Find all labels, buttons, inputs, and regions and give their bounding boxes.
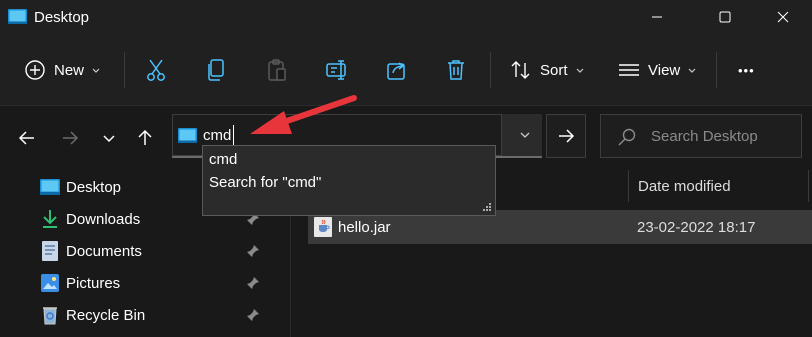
trash-icon [448, 60, 464, 80]
title-bar: Desktop [0, 0, 812, 34]
cut-button[interactable] [145, 53, 167, 87]
arrow-up-icon [138, 129, 152, 145]
chevron-down-icon [520, 132, 530, 138]
chevron-down-icon [92, 68, 100, 73]
file-name: hello.jar [338, 219, 391, 236]
column-separator[interactable] [628, 170, 629, 202]
maximize-icon [719, 11, 731, 23]
go-button[interactable] [546, 114, 586, 158]
new-label: New [54, 61, 85, 79]
suggestion-item[interactable]: cmd [209, 151, 237, 168]
chevron-down-icon [103, 135, 115, 143]
toolbar-separator [716, 52, 717, 88]
share-icon [387, 62, 405, 80]
close-button[interactable] [760, 0, 806, 34]
chevron-down-icon [688, 68, 696, 73]
pictures-icon [40, 273, 60, 293]
search-box[interactable]: Search Desktop [600, 114, 802, 158]
sidebar-item-documents[interactable]: Documents [40, 236, 270, 266]
pin-icon [247, 245, 259, 257]
search-icon [618, 128, 636, 146]
text-caret [233, 125, 234, 147]
toolbar-separator [124, 52, 125, 88]
recent-locations-button[interactable] [95, 124, 123, 152]
arrow-right-icon [63, 131, 79, 145]
arrow-right-icon [559, 129, 575, 143]
toolbar-separator [490, 52, 491, 88]
more-options-button[interactable]: ••• [738, 53, 755, 87]
column-header-label: Date modified [638, 177, 731, 195]
copy-button[interactable] [206, 53, 226, 87]
file-date-modified: 23-02-2022 18:17 [637, 219, 756, 236]
command-bar: New Sort View ••• [0, 34, 812, 106]
plus-circle-icon [25, 60, 45, 80]
sidebar-item-label: Documents [66, 242, 142, 260]
sort-button[interactable]: Sort [510, 53, 586, 87]
view-icon [619, 64, 639, 76]
sidebar-item-recycle-bin[interactable]: Recycle Bin [40, 300, 270, 330]
resize-grip-icon[interactable] [482, 202, 492, 212]
paste-button[interactable] [266, 53, 288, 87]
address-suggestions-dropdown: cmd Search for "cmd" [202, 145, 496, 216]
suggestion-item[interactable]: Search for "cmd" [209, 174, 321, 191]
paste-icon [268, 59, 286, 81]
pin-icon [247, 309, 259, 321]
pin-icon [247, 277, 259, 289]
sidebar-item-label: Recycle Bin [66, 306, 146, 324]
chevron-down-icon [576, 68, 583, 73]
scissors-icon [147, 59, 165, 81]
address-value: cmd [203, 127, 232, 144]
copy-icon [208, 59, 224, 81]
sidebar-item-label: Downloads [66, 210, 141, 228]
minimize-button[interactable] [634, 0, 680, 34]
folder-desktop-icon [8, 9, 27, 24]
sort-label: Sort [540, 61, 568, 79]
back-button[interactable] [13, 124, 41, 152]
recycle-bin-icon [40, 305, 60, 325]
arrow-left-icon [18, 131, 34, 145]
share-button[interactable] [386, 53, 408, 87]
search-placeholder: Search Desktop [651, 128, 758, 145]
maximize-button[interactable] [702, 0, 748, 34]
folder-desktop-icon [178, 128, 197, 143]
documents-icon [40, 241, 60, 261]
desktop-icon [40, 177, 60, 197]
rename-icon [326, 60, 346, 80]
up-button[interactable] [131, 124, 159, 152]
jar-file-icon [314, 217, 332, 237]
address-history-button[interactable] [508, 114, 542, 156]
forward-button[interactable] [56, 124, 84, 152]
more-options-icon: ••• [738, 62, 755, 78]
column-header-date-modified[interactable]: Date modified [638, 168, 731, 204]
window-title: Desktop [34, 9, 90, 26]
close-icon [777, 11, 789, 23]
minimize-icon [652, 16, 662, 18]
view-button[interactable]: View [618, 53, 698, 87]
annotation-arrow-icon [250, 95, 357, 134]
sidebar-item-label: Pictures [66, 274, 121, 292]
view-label: View [648, 61, 681, 79]
delete-button[interactable] [446, 53, 466, 87]
download-icon [40, 209, 60, 229]
sidebar-item-pictures[interactable]: Pictures [40, 268, 270, 298]
sort-icon [511, 61, 530, 79]
column-separator[interactable] [808, 170, 809, 202]
sidebar-item-label: Desktop [66, 178, 122, 196]
rename-button[interactable] [326, 53, 350, 87]
new-button[interactable]: New [24, 53, 102, 87]
